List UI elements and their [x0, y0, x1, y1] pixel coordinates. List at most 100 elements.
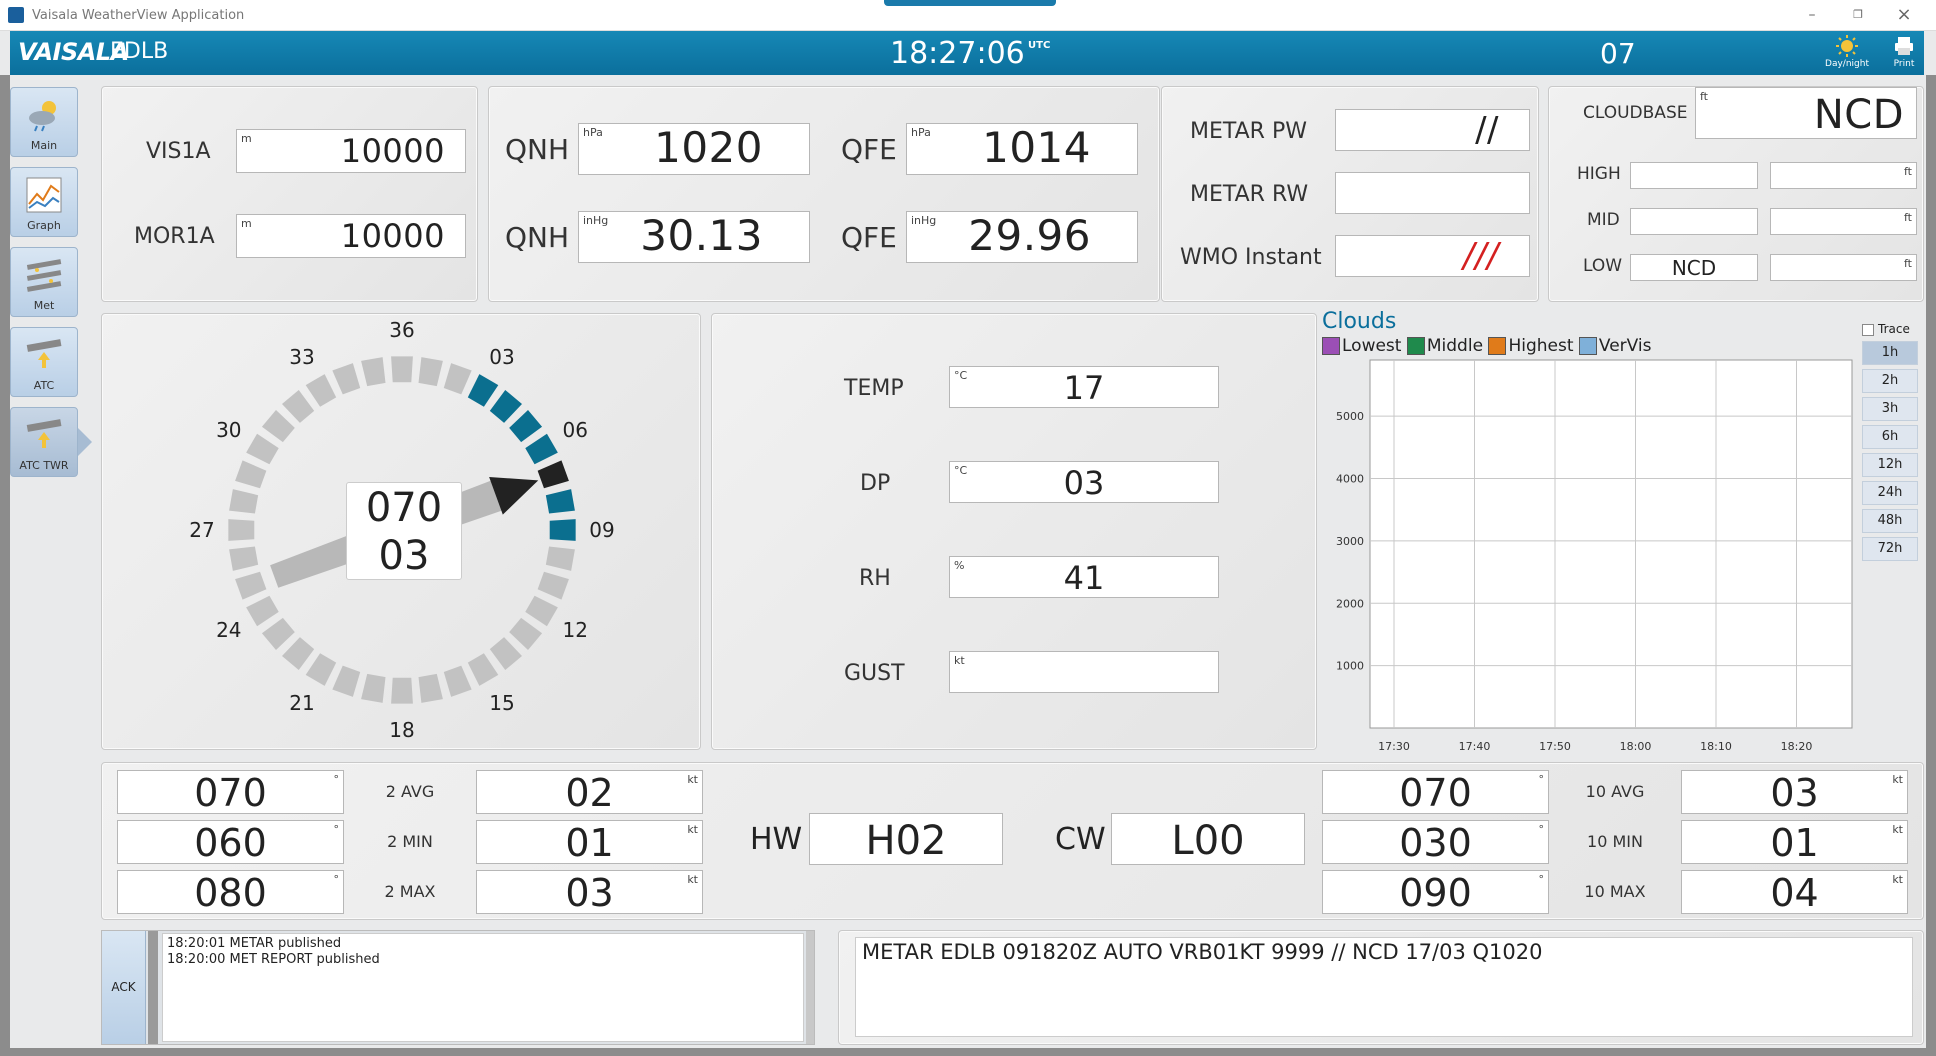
ack-button[interactable]: ACK	[102, 931, 146, 1044]
cw-box: L00	[1111, 813, 1305, 865]
wind-rose-segment	[305, 653, 337, 686]
range-button-6h[interactable]: 6h	[1862, 425, 1918, 449]
nav-label: ATC TWR	[19, 459, 69, 472]
legend-vervis[interactable]: VerVis	[1578, 336, 1652, 356]
cloudbase-panel: CLOUDBASE ft NCD HIGH ft MID ft LOW NCD …	[1548, 86, 1924, 302]
wind-rose-segment	[391, 356, 413, 383]
metar-pw-box: //	[1335, 109, 1530, 151]
wind10-dir-max-value: 090	[1399, 871, 1472, 915]
nav-atc-twr[interactable]: ATC TWR	[10, 407, 78, 477]
wind-rose-segment	[332, 363, 361, 395]
range-button-12h[interactable]: 12h	[1862, 453, 1918, 477]
app-icon	[8, 7, 24, 23]
qnh-hpa-label: QNH	[505, 133, 570, 166]
wind10-dir-min-value: 030	[1399, 821, 1472, 865]
wind-rose-segment	[549, 519, 576, 541]
unit-label: m	[241, 132, 252, 145]
wind-rose-segment	[261, 617, 295, 650]
nav-active-arrow	[78, 428, 92, 456]
nav-label: Met	[33, 299, 55, 312]
wind-rose-segment	[489, 389, 522, 423]
x-tick-label: 17:50	[1539, 740, 1571, 753]
trace-toggle[interactable]: Trace	[1862, 322, 1910, 336]
present-weather-panel: METAR PW // METAR RW WMO Instant ///	[1161, 86, 1539, 302]
utc-clock: 18:27:06	[890, 36, 1025, 71]
wind-rose-label: 36	[389, 318, 414, 342]
minimize-icon[interactable]: –	[1792, 4, 1832, 28]
hw-box: H02	[809, 813, 1003, 865]
clouds-legend: Lowest Middle Highest VerVis	[1322, 336, 1652, 356]
log-entry: 18:20:01 METAR published	[167, 936, 342, 951]
checkbox-icon	[1862, 323, 1874, 336]
cw-label: CW	[1055, 822, 1106, 857]
wind-rose-label: 06	[562, 418, 587, 442]
legend-highest[interactable]: Highest	[1488, 336, 1574, 356]
wind-rose-segment	[246, 433, 279, 465]
qfe-hpa-label: QFE	[841, 133, 897, 166]
nav-label: ATC	[33, 379, 55, 392]
wind-rose-segment	[235, 571, 267, 600]
range-button-24h[interactable]: 24h	[1862, 481, 1918, 505]
nav-label: Main	[30, 139, 58, 152]
range-button-72h[interactable]: 72h	[1862, 537, 1918, 561]
wind10-dir-min-box: ° 030	[1322, 820, 1549, 865]
wind2-dir-max-box: ° 080	[117, 870, 344, 915]
print-button[interactable]: Print	[1886, 33, 1922, 73]
metar-pw-value: //	[1475, 110, 1499, 150]
range-button-48h[interactable]: 48h	[1862, 509, 1918, 533]
range-button-3h[interactable]: 3h	[1862, 397, 1918, 421]
wind2-dir-avg-box: ° 070	[117, 770, 344, 815]
wind2-dir-avg-value: 070	[194, 771, 267, 815]
restore-icon[interactable]: ❐	[1838, 4, 1878, 28]
log-entry: 18:20:00 MET REPORT published	[167, 952, 380, 967]
rh-box: % 41	[949, 556, 1219, 598]
wind-rose-label: 33	[289, 345, 314, 369]
nav-label: Graph	[27, 219, 61, 232]
y-tick-label: 4000	[1336, 473, 1364, 486]
legend-lowest[interactable]: Lowest	[1322, 336, 1401, 356]
daynight-button[interactable]: Day/night	[1820, 33, 1874, 73]
dp-value: 03	[1063, 464, 1105, 502]
window-title: Vaisala WeatherView Application	[32, 8, 245, 23]
qfe-hpa-value: 1014	[982, 123, 1091, 172]
low-value-box: NCD	[1630, 254, 1758, 281]
wind-rose-segment	[537, 571, 569, 600]
wind2-speed-max-box: kt 03	[476, 870, 703, 915]
vis-value-box: m 10000	[236, 129, 466, 173]
wind-rose-label: 24	[216, 618, 241, 642]
nav-met[interactable]: Met	[10, 247, 78, 317]
wind-rose-segment	[467, 653, 499, 686]
pressure-panel: QNH hPa 1020 QFE hPa 1014 QNH inHg 30.13…	[488, 86, 1160, 302]
qnh-hpa-value: 1020	[654, 123, 763, 172]
app-header: VAISALA EDLB 18:27:06 UTC 07 Day/night P…	[10, 31, 1924, 75]
high-label: HIGH	[1577, 164, 1621, 184]
wind10-max-label: 10 MAX	[1584, 882, 1646, 901]
low-value: NCD	[1671, 256, 1717, 280]
wind10-speed-min-value: 01	[1770, 821, 1819, 865]
wind-rose-segment	[509, 617, 543, 650]
log-scrollbar[interactable]	[806, 931, 814, 1044]
wind-rose-segment	[467, 374, 499, 407]
temp-value: 17	[1063, 369, 1105, 407]
wind10-min-label: 10 MIN	[1587, 832, 1643, 851]
x-tick-label: 17:40	[1459, 740, 1491, 753]
nav-main[interactable]: Main	[10, 87, 78, 157]
time-zone: UTC	[1028, 40, 1051, 51]
wind-rose-segment	[391, 677, 413, 704]
unit-label: ft	[1904, 257, 1912, 270]
unit-label: kt	[954, 654, 965, 667]
range-button-1h[interactable]: 1h	[1862, 341, 1918, 365]
mor-value: 10000	[340, 217, 445, 255]
nav-graph[interactable]: Graph	[10, 167, 78, 237]
range-button-2h[interactable]: 2h	[1862, 369, 1918, 393]
wind2-dir-min-box: ° 060	[117, 820, 344, 865]
legend-middle[interactable]: Middle	[1406, 336, 1483, 356]
checkbox-icon	[1322, 337, 1340, 355]
unit-label: inHg	[583, 214, 609, 227]
high-height-box: ft	[1770, 162, 1917, 189]
nav-atc[interactable]: ATC	[10, 327, 78, 397]
qfe-hpa-box: hPa 1014	[906, 123, 1138, 175]
close-icon[interactable]: ×	[1884, 4, 1924, 28]
wind-rose-segment	[418, 673, 443, 703]
log-list: 18:20:01 METAR published 18:20:00 MET RE…	[162, 933, 804, 1042]
